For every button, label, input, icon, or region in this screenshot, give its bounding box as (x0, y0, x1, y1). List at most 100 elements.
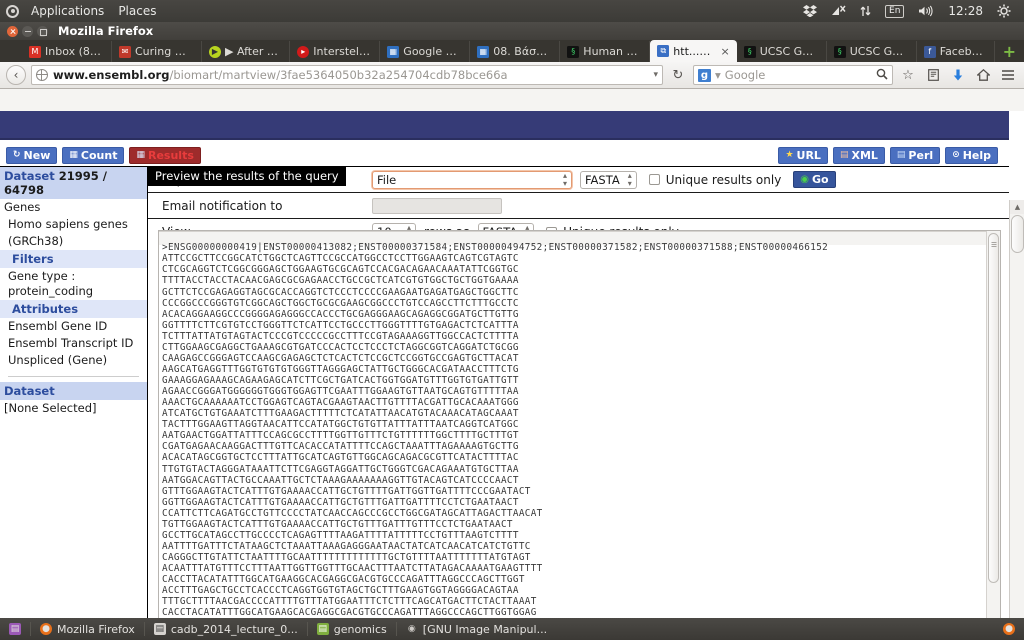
window-list-taskbar: ▤ ● Mozilla Firefox ▤ cadb_2014_lecture_… (0, 618, 1024, 640)
biomart-header-banner (0, 111, 1009, 140)
system-settings-icon[interactable] (990, 4, 1018, 18)
spinner-icon: ▴▾ (562, 170, 567, 188)
dataset-heading-label: Dataset (4, 169, 55, 183)
browser-tab[interactable]: ▦ Google Sites (380, 41, 471, 62)
biomart-page: ↻ New ▦ Count ▦ Results ★ URL ▤ XML ▤ Pe… (0, 111, 1009, 640)
volume-icon[interactable] (911, 5, 941, 17)
google-icon: g (698, 68, 711, 82)
browser-tab[interactable]: ✉ Curing Dis... (112, 41, 202, 62)
window-titlebar: Mozilla Firefox (0, 22, 1024, 40)
browser-tab[interactable]: ▶ ▶ After Al... (202, 41, 291, 62)
refresh-icon: ↻ (13, 150, 21, 160)
taskbar-item-gimp[interactable]: ◉ [GNU Image Manipul... (397, 618, 556, 640)
export-destination-select[interactable]: File ▴ ▾ (372, 170, 572, 189)
page-scroll-thumb[interactable] (1011, 215, 1024, 253)
home-icon[interactable] (973, 65, 993, 85)
taskbar-item-label: genomics (333, 622, 387, 636)
keyboard-layout-label: En (885, 4, 905, 18)
places-menu[interactable]: Places (111, 0, 163, 22)
content-area: Dataset 21995 / 64798 Genes Homo sapiens… (0, 166, 1009, 640)
sidebar-species-line1[interactable]: Homo sapiens genes (0, 216, 147, 233)
browser-tab-active[interactable]: ⧉ htt...66a × (650, 40, 737, 62)
sidebar-attribute-item[interactable]: Ensembl Gene ID (0, 318, 147, 335)
browser-tab[interactable]: ▦ 08. Βάσεις... (470, 41, 561, 62)
scroll-up-icon[interactable]: ▲ (1010, 200, 1024, 214)
perl-button-label: Perl (908, 148, 934, 162)
new-button-label: New (23, 148, 51, 162)
download-arrow-icon[interactable] (948, 65, 968, 85)
page-vertical-scrollbar[interactable]: ▲ ▼ (1009, 200, 1024, 640)
sidebar-divider (8, 376, 139, 377)
taskbar-tray-firefox[interactable]: ● (994, 618, 1024, 640)
tab-label: Curing Dis... (135, 45, 194, 58)
perl-button[interactable]: ▤ Perl (889, 146, 941, 164)
count-button[interactable]: ▦ Count (62, 146, 125, 164)
applications-menu[interactable]: Applications (24, 0, 111, 22)
taskbar-item-document-1[interactable]: ▤ cadb_2014_lecture_0... (145, 618, 307, 640)
xml-button[interactable]: ▤ XML (832, 146, 885, 164)
browser-tab[interactable]: § UCSC Gen... (826, 41, 917, 62)
sidebar-attributes-heading[interactable]: Attributes (0, 300, 147, 318)
hamburger-menu-icon[interactable] (998, 65, 1018, 85)
window-close-button[interactable] (7, 25, 18, 37)
sidebar-dataset2-heading[interactable]: Dataset (0, 382, 147, 400)
go-button[interactable]: ◉ Go (793, 171, 836, 188)
sidebar-filter-item[interactable]: Gene type : protein_coding (0, 268, 147, 300)
browser-tab[interactable]: ▸ Interstella... (290, 41, 381, 62)
results-vertical-scroll-thumb[interactable] (988, 233, 999, 583)
new-button[interactable]: ↻ New (6, 146, 58, 164)
url-bar[interactable]: www.ensembl.org/biomart/martview/3fae536… (31, 65, 663, 85)
sidebar-attribute-item[interactable]: Unspliced (Gene) (0, 352, 147, 369)
export-format-select[interactable]: FASTA ▴ ▾ (580, 170, 637, 189)
magnifier-icon[interactable] (876, 68, 888, 83)
sequence-pane[interactable]: >ENSG00000000419|ENST00000413082;ENST000… (159, 231, 986, 625)
browser-tab[interactable]: § Human ch... (560, 41, 651, 62)
results-button-label: Results (147, 148, 194, 162)
help-button[interactable]: ⊙ Help (945, 146, 998, 164)
results-vertical-scrollbar[interactable] (986, 231, 1000, 625)
taskbar-item-document-2[interactable]: ▤ genomics (308, 618, 396, 640)
keyboard-layout-indicator[interactable]: En (878, 4, 911, 18)
sidebar-dataset-heading[interactable]: Dataset 21995 / 64798 (0, 167, 147, 199)
window-minimize-button[interactable] (22, 25, 33, 37)
tab-label: UCSC Gen... (759, 45, 819, 58)
browser-tab[interactable]: § UCSC Gen... (736, 41, 827, 62)
export-unique-checkbox[interactable] (648, 174, 660, 185)
table-icon: ▦ (69, 150, 78, 160)
sidebar-attribute-item[interactable]: Ensembl Transcript ID (0, 335, 147, 352)
query-summary-sidebar: Dataset 21995 / 64798 Genes Homo sapiens… (0, 167, 148, 640)
taskbar-item-firefox[interactable]: ● Mozilla Firefox (31, 618, 144, 640)
window-maximize-button[interactable] (37, 25, 48, 37)
chevron-down-icon[interactable]: ▾ (715, 68, 721, 82)
tab-label: ▶ After Al... (225, 45, 282, 58)
sidebar-filters-heading[interactable]: Filters (0, 250, 147, 268)
document-icon: ▤ (153, 623, 166, 635)
reload-button[interactable]: ↻ (668, 65, 688, 85)
results-main-panel: Export all results to File ▴▾ FASTA ▴▾ U… (148, 167, 1009, 640)
taskbar-item-label: cadb_2014_lecture_0... (170, 622, 298, 636)
new-tab-button[interactable]: + (995, 42, 1024, 62)
sidebar-species-line2: (GRCh38) (8, 234, 64, 248)
network-disconnected-icon[interactable] (824, 5, 853, 17)
reader-icon[interactable] (923, 65, 943, 85)
network-transfer-icon[interactable] (853, 5, 878, 17)
go-button-label: Go (812, 173, 829, 186)
dropbox-icon[interactable] (796, 5, 824, 17)
results-button[interactable]: ▦ Results (129, 146, 201, 164)
tab-close-icon[interactable]: × (721, 45, 730, 58)
ubuntu-logo-icon[interactable] (6, 4, 19, 18)
tab-label: Facebook (939, 45, 987, 58)
system-tray: En 12:28 (796, 0, 1024, 22)
email-input[interactable] (372, 197, 502, 214)
search-bar[interactable]: g ▾ Google (693, 65, 893, 85)
show-desktop-button[interactable]: ▤ (0, 618, 30, 640)
page-viewport: ↻ New ▦ Count ▦ Results ★ URL ▤ XML ▤ Pe… (0, 111, 1024, 640)
back-button[interactable]: ‹ (6, 65, 26, 85)
browser-tab[interactable]: M Inbox (8) - ... (22, 41, 112, 62)
clock[interactable]: 12:28 (941, 0, 990, 22)
url-button[interactable]: ★ URL (778, 146, 828, 164)
tab-label: UCSC Gen... (849, 45, 909, 58)
browser-tab[interactable]: f Facebook (916, 41, 995, 62)
star-icon[interactable]: ☆ (898, 65, 918, 85)
chevron-down-icon[interactable]: ▾ (653, 70, 658, 80)
